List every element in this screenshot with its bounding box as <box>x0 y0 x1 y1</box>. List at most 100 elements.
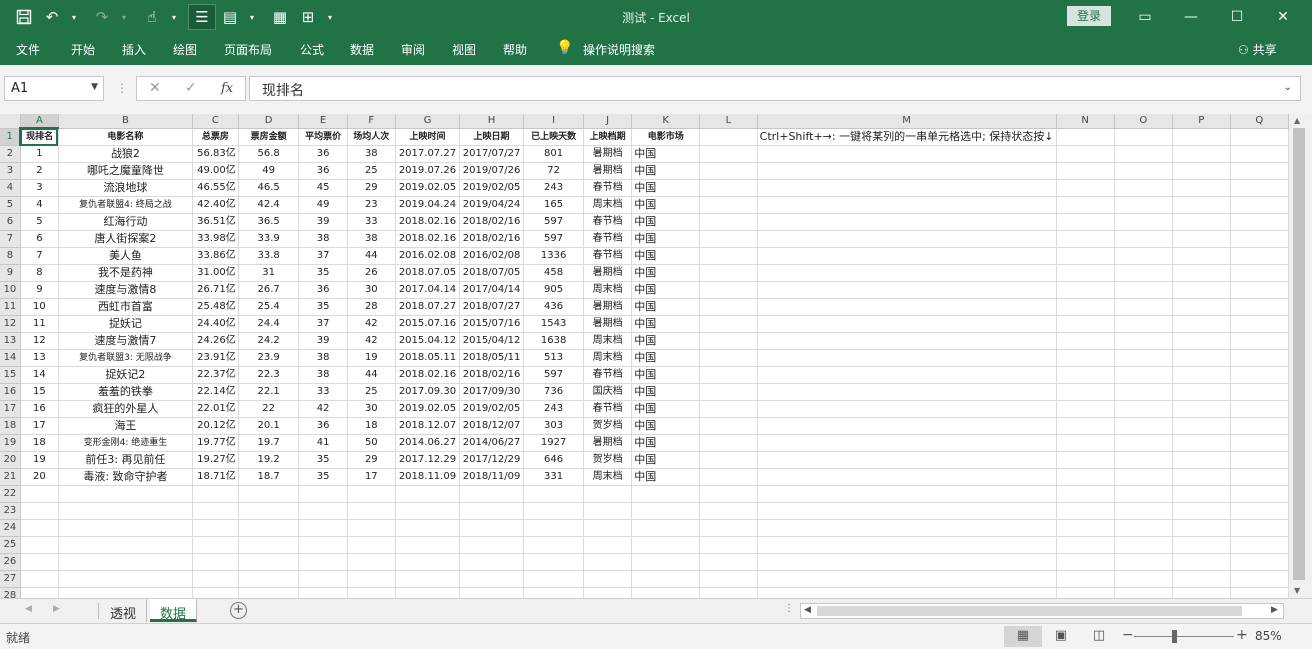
cell-f17[interactable]: 30 <box>347 400 396 418</box>
name-box[interactable]: A1 ▼ <box>4 76 104 101</box>
cell-p26[interactable] <box>1172 553 1231 571</box>
scroll-left-icon[interactable]: ◀ <box>804 605 811 615</box>
cell-i22[interactable] <box>523 485 585 503</box>
cell-l9[interactable] <box>699 264 758 282</box>
cell-j3[interactable]: 暑期档 <box>583 162 633 180</box>
cell-n13[interactable] <box>1056 332 1115 350</box>
cell-k27[interactable] <box>631 570 701 588</box>
cell-h14[interactable]: 2018/05/11 <box>459 349 525 367</box>
cell-e5[interactable]: 49 <box>298 196 348 214</box>
cell-f20[interactable]: 29 <box>347 451 396 469</box>
cell-a10[interactable]: 9 <box>20 281 59 299</box>
cell-m7[interactable] <box>757 230 1057 248</box>
cell-a22[interactable] <box>20 485 59 503</box>
cell-p2[interactable] <box>1172 145 1231 163</box>
cell-m5[interactable] <box>757 196 1057 214</box>
cell-a2[interactable]: 1 <box>20 145 59 163</box>
cell-l20[interactable] <box>699 451 758 469</box>
cell-j21[interactable]: 周末档 <box>583 468 633 486</box>
cell-h2[interactable]: 2017/07/27 <box>459 145 525 163</box>
cell-e3[interactable]: 36 <box>298 162 348 180</box>
enter-icon[interactable]: ✓ <box>185 80 197 96</box>
cell-e18[interactable]: 36 <box>298 417 348 435</box>
cell-d17[interactable]: 22 <box>238 400 300 418</box>
cell-c27[interactable] <box>192 570 239 588</box>
cell-g23[interactable] <box>395 502 460 520</box>
cell-e12[interactable]: 37 <box>298 315 348 333</box>
cell-h1[interactable]: 上映日期 <box>459 128 525 146</box>
cell-h25[interactable] <box>459 536 525 554</box>
align-icon[interactable]: ☰ <box>188 4 216 30</box>
cell-n25[interactable] <box>1056 536 1115 554</box>
cell-a1[interactable]: 现排名 <box>20 128 59 146</box>
cell-o9[interactable] <box>1114 264 1173 282</box>
cell-m22[interactable] <box>757 485 1057 503</box>
cell-m27[interactable] <box>757 570 1057 588</box>
tab-draw[interactable]: 绘图 <box>173 41 197 58</box>
cell-e1[interactable]: 平均票价 <box>298 128 348 146</box>
cell-n4[interactable] <box>1056 179 1115 197</box>
cell-b4[interactable]: 流浪地球 <box>58 179 193 197</box>
formula-bar-grip-icon[interactable]: ⋮ <box>116 81 128 95</box>
cell-g14[interactable]: 2018.05.11 <box>395 349 460 367</box>
cell-q18[interactable] <box>1230 417 1289 435</box>
cell-p27[interactable] <box>1172 570 1231 588</box>
tab-view[interactable]: 视图 <box>452 41 476 58</box>
cell-m9[interactable] <box>757 264 1057 282</box>
cell-k15[interactable]: 中国 <box>631 366 701 384</box>
cell-i21[interactable]: 331 <box>523 468 585 486</box>
cell-m17[interactable] <box>757 400 1057 418</box>
cell-h12[interactable]: 2015/07/16 <box>459 315 525 333</box>
cell-d6[interactable]: 36.5 <box>238 213 300 231</box>
cell-g9[interactable]: 2018.07.05 <box>395 264 460 282</box>
cell-q25[interactable] <box>1230 536 1289 554</box>
cell-o5[interactable] <box>1114 196 1173 214</box>
cell-n26[interactable] <box>1056 553 1115 571</box>
cell-g6[interactable]: 2018.02.16 <box>395 213 460 231</box>
cell-o25[interactable] <box>1114 536 1173 554</box>
cell-h24[interactable] <box>459 519 525 537</box>
row-header[interactable]: 21 <box>0 468 21 486</box>
cell-n21[interactable] <box>1056 468 1115 486</box>
cell-j23[interactable] <box>583 502 633 520</box>
redo-dropdown-icon[interactable]: ▾ <box>110 4 138 30</box>
column-header-j[interactable]: J <box>583 114 633 129</box>
tell-me-search[interactable]: 操作说明搜索 <box>583 41 655 58</box>
cell-i15[interactable]: 597 <box>523 366 585 384</box>
scroll-down-icon[interactable]: ▼ <box>1294 586 1300 595</box>
column-header-d[interactable]: D <box>238 114 300 129</box>
cell-h23[interactable] <box>459 502 525 520</box>
cell-d22[interactable] <box>238 485 300 503</box>
cell-l6[interactable] <box>699 213 758 231</box>
cell-b15[interactable]: 捉妖记2 <box>58 366 193 384</box>
cell-h16[interactable]: 2017/09/30 <box>459 383 525 401</box>
cell-a19[interactable]: 18 <box>20 434 59 452</box>
tab-help[interactable]: 帮助 <box>503 41 527 58</box>
cell-p21[interactable] <box>1172 468 1231 486</box>
cell-k1[interactable]: 电影市场 <box>631 128 701 146</box>
row-header[interactable]: 1 <box>0 128 22 146</box>
cell-f24[interactable] <box>347 519 396 537</box>
maximize-icon[interactable]: ☐ <box>1214 0 1260 33</box>
cell-d27[interactable] <box>238 570 300 588</box>
cell-f14[interactable]: 19 <box>347 349 396 367</box>
cell-e28[interactable] <box>298 587 348 598</box>
cell-q27[interactable] <box>1230 570 1289 588</box>
cell-p8[interactable] <box>1172 247 1231 265</box>
cell-b17[interactable]: 疯狂的外星人 <box>58 400 193 418</box>
cell-e7[interactable]: 38 <box>298 230 348 248</box>
cell-e16[interactable]: 33 <box>298 383 348 401</box>
minimize-icon[interactable]: — <box>1168 0 1214 33</box>
cell-n19[interactable] <box>1056 434 1115 452</box>
cell-o20[interactable] <box>1114 451 1173 469</box>
cell-h15[interactable]: 2018/02/16 <box>459 366 525 384</box>
cell-i11[interactable]: 436 <box>523 298 585 316</box>
cell-l17[interactable] <box>699 400 758 418</box>
cell-q1[interactable] <box>1230 128 1289 146</box>
cell-l8[interactable] <box>699 247 758 265</box>
cell-m28[interactable] <box>757 587 1057 598</box>
row-header[interactable]: 14 <box>0 349 21 367</box>
cell-h28[interactable] <box>459 587 525 598</box>
cell-h11[interactable]: 2018/07/27 <box>459 298 525 316</box>
row-header[interactable]: 3 <box>0 162 21 180</box>
